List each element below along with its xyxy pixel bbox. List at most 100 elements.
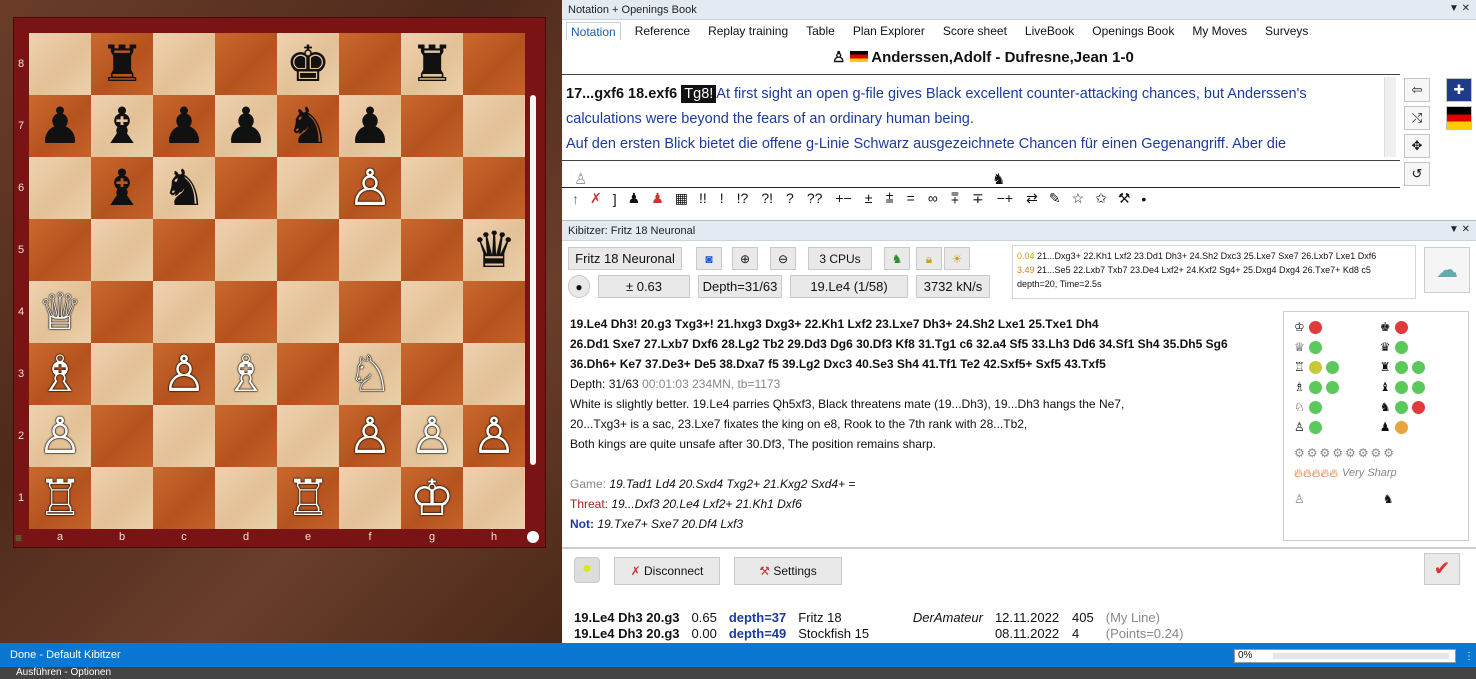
square-b2[interactable]: [91, 405, 153, 467]
white-pawn-g2[interactable]: ♙: [401, 405, 463, 467]
square-c2[interactable]: [153, 405, 215, 467]
square-a6[interactable]: [29, 157, 91, 219]
dot-icon[interactable]: •: [1141, 191, 1146, 207]
move-list[interactable]: 17...gxf6 18.exf6: [566, 86, 677, 102]
square-h7[interactable]: [463, 95, 525, 157]
settings-button[interactable]: ⚒ Settings: [734, 557, 842, 585]
square-f5[interactable]: [339, 219, 401, 281]
not-line[interactable]: 19.Txe7+ Sxe7 20.Df4 Lxf3: [597, 517, 743, 531]
square-g7[interactable]: [401, 95, 463, 157]
square-e5[interactable]: [277, 219, 339, 281]
square-d8[interactable]: [215, 33, 277, 95]
cpus-button[interactable]: 3 CPUs: [808, 247, 872, 270]
annotation-button[interactable]: ∓: [972, 190, 984, 207]
square-a8[interactable]: [29, 33, 91, 95]
square-d2[interactable]: [215, 405, 277, 467]
annotation-button[interactable]: !?: [737, 190, 749, 207]
delete-icon[interactable]: ✗: [590, 190, 602, 207]
white-bishop-d3[interactable]: ♗: [215, 343, 277, 405]
arrow-up-icon[interactable]: ↑: [572, 191, 579, 207]
square-h3[interactable]: [463, 343, 525, 405]
flag-uk-icon[interactable]: ✚: [1446, 78, 1472, 102]
square-f4[interactable]: [339, 281, 401, 343]
notation-scrollbar[interactable]: [1384, 77, 1396, 157]
black-knight-e7[interactable]: ♞: [277, 95, 339, 157]
panel-menu-icon[interactable]: ▼ ✕: [1449, 3, 1470, 14]
black-rook-g8[interactable]: ♜: [401, 33, 463, 95]
undo-icon[interactable]: ↺: [1404, 162, 1430, 186]
board-resize-handle[interactable]: [527, 531, 539, 543]
square-e3[interactable]: [277, 343, 339, 405]
annotation-button[interactable]: ⇄: [1026, 190, 1038, 207]
notation-text[interactable]: 17...gxf6 18.exf6 Tg8! At first sight an …: [566, 82, 1381, 159]
square-d4[interactable]: [215, 281, 277, 343]
pv-line[interactable]: 19.Le4 Dh3! 20.g3 Txg3+! 21.hxg3 Dxg3+ 2…: [570, 314, 1280, 334]
square-g3[interactable]: [401, 343, 463, 405]
tab-plan-explorer[interactable]: Plan Explorer: [849, 22, 929, 40]
annotation-button[interactable]: +−: [835, 190, 851, 207]
square-c4[interactable]: [153, 281, 215, 343]
move-back-icon[interactable]: ⇦: [1404, 78, 1430, 102]
white-queen-a4[interactable]: ♕: [29, 281, 91, 343]
lightbulb-icon[interactable]: ☀: [944, 247, 970, 270]
tab-notation[interactable]: Notation: [566, 22, 621, 40]
resize-grip-icon[interactable]: ⋮: [1464, 651, 1474, 662]
chess-board[interactable]: ♜ ♚ ♜ ♟ ♝ ♟ ♟ ♞ ♟ ♝ ♞ ♙ ♛ ♕ ♗ ♙ ♗ ♘ ♙ ♙ ♙ ♙ ♖ ♖ ♔: [29, 33, 525, 529]
game-line[interactable]: 19.Tad1 Ld4 20.Sxd4 Txg2+ 21.Kxg2 Sxd4+ …: [609, 477, 855, 491]
table-row[interactable]: 19.Le4 Dh3 20.g3 0.00 depth=49 Stockfish 15…: [574, 627, 1193, 641]
tab-replay-training[interactable]: Replay training: [704, 22, 792, 40]
black-rook-b8[interactable]: ♜: [91, 33, 153, 95]
annotation-button[interactable]: !!: [699, 190, 707, 207]
grip-icon[interactable]: ≡: [15, 531, 22, 545]
annotation-button[interactable]: ?!: [761, 190, 773, 207]
black-bishop-b7[interactable]: ♝: [91, 95, 153, 157]
square-g4[interactable]: [401, 281, 463, 343]
square-e2[interactable]: [277, 405, 339, 467]
star-plus-icon[interactable]: ✩: [1095, 190, 1107, 207]
square-h1[interactable]: [463, 467, 525, 529]
arrow-icon[interactable]: ♞: [884, 247, 910, 270]
square-d6[interactable]: [215, 157, 277, 219]
square-g6[interactable]: [401, 157, 463, 219]
flag-de-icon[interactable]: [1446, 106, 1472, 130]
table-row[interactable]: 19.Le4 Dh3 20.g3 0.65 depth=37 Fritz 18 DerA…: [574, 611, 1193, 625]
square-b5[interactable]: [91, 219, 153, 281]
square-d1[interactable]: [215, 467, 277, 529]
annotation-button[interactable]: ⩱: [951, 190, 959, 207]
annotation-button[interactable]: !: [720, 190, 724, 207]
black-pawn-f7[interactable]: ♟: [339, 95, 401, 157]
tab-score-sheet[interactable]: Score sheet: [939, 22, 1011, 40]
square-b1[interactable]: [91, 467, 153, 529]
black-queen-h5[interactable]: ♛: [463, 219, 525, 281]
tab-my-moves[interactable]: My Moves: [1188, 22, 1251, 40]
square-g5[interactable]: [401, 219, 463, 281]
white-bishop-a3[interactable]: ♗: [29, 343, 91, 405]
square-c5[interactable]: [153, 219, 215, 281]
zoom-in-icon[interactable]: ⊕: [732, 247, 758, 270]
pawn-icon[interactable]: ♟: [628, 190, 641, 207]
white-pawn-f2[interactable]: ♙: [339, 405, 401, 467]
threat-line[interactable]: 19...Dxf3 20.Le4 Lxf2+ 21.Kh1 Dxf6: [611, 497, 801, 511]
engine-name-button[interactable]: Fritz 18 Neuronal: [568, 247, 682, 270]
square-d5[interactable]: [215, 219, 277, 281]
white-knight-f3[interactable]: ♘: [339, 343, 401, 405]
bracket-icon[interactable]: ]: [613, 191, 617, 207]
star-icon[interactable]: ☆: [1072, 190, 1085, 207]
panel-menu-icon[interactable]: ▼ ✕: [1449, 224, 1470, 235]
disconnect-button[interactable]: ✗ Disconnect: [614, 557, 720, 585]
black-pawn-c7[interactable]: ♟: [153, 95, 215, 157]
annotation-button[interactable]: −+: [997, 190, 1013, 207]
tab-surveys[interactable]: Surveys: [1261, 22, 1312, 40]
square-f8[interactable]: [339, 33, 401, 95]
lock-icon[interactable]: 🔒︎: [916, 247, 942, 270]
black-pawn-a7[interactable]: ♟: [29, 95, 91, 157]
square-c1[interactable]: [153, 467, 215, 529]
pv-line[interactable]: 36.Dh6+ Ke7 37.De3+ De5 38.Dxa7 f5 39.Lg…: [570, 354, 1280, 374]
annotation-button[interactable]: ⩲: [885, 190, 893, 207]
move-up-icon[interactable]: ✥: [1404, 134, 1430, 158]
square-h4[interactable]: [463, 281, 525, 343]
square-e4[interactable]: [277, 281, 339, 343]
variation-icon[interactable]: ⤭: [1404, 106, 1430, 130]
eraser-icon[interactable]: ✎: [1049, 190, 1061, 207]
black-king-e8[interactable]: ♚: [277, 33, 339, 95]
